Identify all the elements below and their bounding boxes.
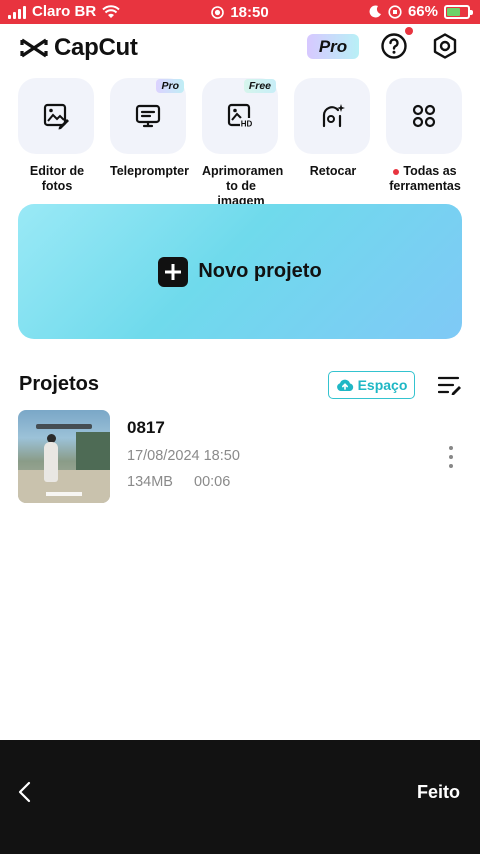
battery-percent: 66% [407, 3, 438, 20]
retouch-face-icon [322, 104, 345, 128]
status-bar: Claro BR 18:50 66% [0, 0, 480, 24]
thumb-hud-bar [36, 424, 92, 429]
status-right: 66% [369, 3, 473, 20]
screen-record-icon [211, 6, 225, 19]
tool-icon-box [386, 78, 462, 154]
project-item[interactable]: 0817 17/08/2024 18:50 134MB 00:06 [18, 410, 462, 504]
more-options-icon[interactable] [446, 446, 456, 468]
new-project-button[interactable]: Novo projeto [18, 204, 462, 339]
thumb-hud-text [46, 492, 82, 496]
space-label: Espaço [357, 377, 408, 393]
new-dot [393, 168, 400, 175]
new-project-label: Novo projeto [198, 260, 322, 282]
tool-label: Editor de fotos [29, 164, 85, 193]
space-button[interactable]: Espaço [328, 371, 415, 399]
tool-retouch[interactable]: Retocar [294, 78, 372, 179]
svg-text:HD: HD [241, 120, 253, 129]
plus-icon [158, 256, 189, 287]
thumb-person [44, 442, 58, 482]
project-date: 17/08/2024 18:50 [127, 448, 240, 464]
tool-label-wrap: Todas as ferramentas [386, 164, 464, 194]
notification-dot [405, 27, 413, 35]
project-duration: 00:06 [194, 474, 231, 490]
tools-row: Editor de fotos Pro Teleprompter Free HD… [18, 78, 480, 208]
tool-label: Todas as ferramentas [389, 164, 461, 193]
pro-tag: Pro [156, 79, 184, 93]
cloud-upload-icon [336, 379, 353, 391]
photo-edit-icon [43, 103, 69, 130]
help-circle-icon[interactable] [380, 32, 408, 60]
bottom-bar: Feito [0, 740, 480, 854]
free-tag: Free [243, 79, 276, 93]
battery-icon [444, 4, 473, 19]
tool-icon-box [294, 78, 370, 154]
orientation-lock-icon [388, 4, 402, 19]
settings-hexagon-icon[interactable] [431, 32, 459, 60]
app-name: CapCut [54, 34, 138, 61]
project-size: 134MB [127, 474, 173, 490]
grid-icon [412, 104, 436, 128]
tool-teleprompter[interactable]: Pro Teleprompter [110, 78, 189, 179]
tool-photo-editor[interactable]: Editor de fotos [18, 78, 96, 194]
thumb-ground [18, 470, 110, 503]
tool-all-tools[interactable]: Todas as ferramentas [386, 78, 464, 194]
thumb-wall [76, 432, 110, 472]
app-header: CapCut Pro [0, 26, 480, 70]
moon-icon [369, 5, 381, 18]
tool-label: Retocar [309, 164, 357, 178]
project-thumbnail [18, 410, 110, 503]
sort-edit-icon[interactable] [438, 375, 462, 395]
teleprompter-icon [135, 104, 161, 128]
status-time: 18:50 [230, 4, 269, 21]
pro-button[interactable]: Pro [307, 34, 359, 59]
tool-label: Teleprompter [110, 164, 189, 178]
done-button[interactable]: Feito [417, 782, 460, 803]
image-hd-icon: HD [227, 103, 253, 129]
battery-fill [447, 7, 461, 16]
tool-icon-box: Free HD [202, 78, 278, 154]
tool-icon-box: Pro [110, 78, 186, 154]
tool-icon-box [18, 78, 94, 154]
chevron-left-icon[interactable] [14, 780, 36, 804]
tool-image-enhance[interactable]: Free HD Aprimoramen to de imagem [202, 78, 284, 209]
capcut-logo-icon [20, 38, 48, 58]
projects-title: Projetos [19, 373, 100, 395]
tool-label: Aprimoramen to de imagem [202, 164, 284, 208]
capcut-logo: CapCut [20, 34, 138, 62]
project-name: 0817 [127, 418, 165, 437]
